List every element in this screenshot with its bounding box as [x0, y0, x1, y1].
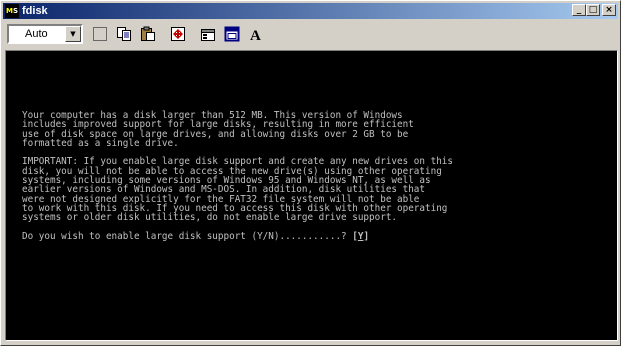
- fullscreen-button[interactable]: [167, 23, 189, 45]
- console-output[interactable]: Your computer has a disk larger than 512…: [5, 50, 618, 341]
- font-size-value: Auto: [25, 28, 48, 40]
- fullscreen-icon: [171, 27, 185, 41]
- console-text: Your computer has a disk larger than 512…: [22, 111, 453, 241]
- font-icon: A: [250, 28, 261, 42]
- fdisk-window: MS fdisk _ □ × Auto ▼ A Your computer ha…: [0, 0, 621, 346]
- background-icon: [224, 26, 240, 42]
- paste-icon: [141, 26, 155, 41]
- mark-icon: [93, 27, 107, 41]
- prompt-answer[interactable]: [Y]: [352, 231, 369, 242]
- maximize-button[interactable]: □: [586, 4, 600, 16]
- minimize-button[interactable]: _: [572, 4, 586, 16]
- close-button[interactable]: ×: [602, 4, 616, 16]
- title-bar[interactable]: MS fdisk _ □ ×: [3, 3, 618, 19]
- toolbar: Auto ▼ A: [3, 21, 618, 47]
- copy-icon: [117, 27, 131, 41]
- font-button[interactable]: A: [245, 23, 267, 45]
- font-size-select[interactable]: Auto ▼: [7, 24, 83, 44]
- properties-icon: [201, 29, 215, 41]
- msdos-icon[interactable]: MS: [5, 4, 19, 18]
- svg-text:A: A: [250, 28, 261, 42]
- prompt-text: Do you wish to enable large disk support…: [22, 230, 353, 242]
- background-button[interactable]: [221, 23, 243, 45]
- console-line: formatted as a single drive.: [22, 137, 179, 149]
- prompt-line: Do you wish to enable large disk support…: [22, 232, 453, 241]
- mark-button[interactable]: [89, 23, 111, 45]
- paste-button[interactable]: [137, 23, 159, 45]
- chevron-down-icon[interactable]: ▼: [65, 26, 81, 42]
- properties-button[interactable]: [197, 23, 219, 45]
- window-title: fdisk: [22, 5, 48, 17]
- console-line: systems or older disk utilities, do not …: [22, 212, 398, 224]
- copy-button[interactable]: [113, 23, 135, 45]
